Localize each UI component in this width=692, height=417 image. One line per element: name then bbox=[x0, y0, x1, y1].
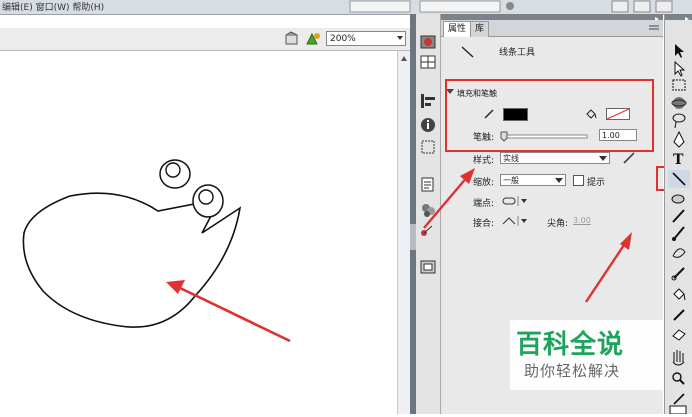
stage-drawing bbox=[22, 159, 291, 343]
eyedropper-tool-icon bbox=[673, 309, 685, 321]
svg-text:T: T bbox=[673, 152, 684, 168]
stroke-width-field[interactable]: 1.00 bbox=[599, 129, 637, 141]
subselection-tool-icon bbox=[674, 60, 686, 77]
info-icon bbox=[421, 118, 435, 132]
stroke-label: 笔触: bbox=[473, 133, 495, 143]
zoom-select[interactable]: 200% bbox=[326, 31, 406, 46]
lasso-tool-icon bbox=[672, 113, 686, 129]
3d-rotation-tool-icon bbox=[671, 97, 687, 109]
stroke-slider[interactable] bbox=[499, 130, 589, 142]
style-select[interactable]: 实线 bbox=[500, 152, 610, 164]
chevron-down-icon bbox=[397, 36, 403, 40]
scale-label: 缩放: bbox=[473, 178, 495, 188]
watermark-title: 百科全说 bbox=[516, 330, 625, 360]
text-tool-icon: T bbox=[673, 152, 684, 168]
selection-tool-icon bbox=[675, 44, 684, 58]
tab-library[interactable]: 库 bbox=[470, 21, 490, 37]
zoom-tool-icon bbox=[672, 372, 685, 385]
hint-checkbox[interactable] bbox=[573, 175, 584, 186]
deco-tool-icon bbox=[672, 248, 686, 258]
mouse-drawing-ear-1 bbox=[159, 159, 191, 189]
join-select[interactable] bbox=[501, 215, 531, 227]
panel-tabs: 属性 库 bbox=[441, 20, 663, 37]
watermark: 百科全说 助你轻松解决 bbox=[510, 320, 664, 390]
components-icon bbox=[422, 204, 435, 217]
pencil-tool-icon bbox=[672, 209, 685, 223]
watermark-subtitle: 助你轻松解决 bbox=[524, 362, 621, 380]
annotation-arrow-shaft bbox=[177, 285, 291, 343]
align-icon bbox=[421, 94, 435, 108]
tab-properties[interactable]: 属性 bbox=[443, 21, 472, 37]
join-label: 接合: bbox=[473, 219, 495, 229]
expand-triangle-icon[interactable] bbox=[446, 89, 454, 95]
motion-presets-icon bbox=[421, 225, 433, 236]
color-panel-icon bbox=[420, 35, 436, 49]
hint-label: 提示 bbox=[587, 178, 606, 188]
top-menu-bar: 编辑(E) 窗口(W) 帮助(H) bbox=[0, 0, 692, 15]
scale-value: 一般 bbox=[503, 176, 519, 185]
chevron-down-icon bbox=[599, 156, 607, 161]
swatches-icon bbox=[420, 55, 436, 69]
cap-label: 端点: bbox=[473, 199, 495, 209]
zoom-value: 200% bbox=[330, 34, 356, 44]
panel-menu-icon[interactable] bbox=[647, 23, 661, 33]
movie-explorer-icon bbox=[420, 260, 436, 274]
line-tool-icon bbox=[461, 46, 474, 58]
stroke-color-swatch[interactable] bbox=[503, 108, 528, 121]
stage-canvas[interactable] bbox=[0, 51, 397, 414]
oval-tool-icon bbox=[671, 194, 685, 204]
bone-tool-icon bbox=[671, 267, 685, 281]
stroke-color-tool-icon bbox=[673, 393, 685, 405]
style-label: 样式: bbox=[473, 156, 495, 166]
stage-vertical-scrollbar[interactable] bbox=[397, 51, 410, 414]
annotation-arrow-head bbox=[166, 280, 185, 294]
tools-panel: T bbox=[664, 14, 692, 414]
free-transform-tool-icon bbox=[672, 79, 686, 91]
fill-bucket-icon bbox=[586, 109, 597, 119]
fill-color-swatch[interactable] bbox=[606, 108, 630, 120]
edit-scene-icon[interactable] bbox=[284, 31, 300, 47]
scale-select[interactable]: 一般 bbox=[500, 174, 566, 186]
section-title: 填充和笔触 bbox=[457, 89, 497, 98]
menu-partial[interactable]: 编辑(E) 窗口(W) 帮助(H) bbox=[2, 0, 104, 13]
paint-bucket-tool-icon bbox=[673, 288, 686, 301]
pen-tool-icon bbox=[673, 130, 685, 148]
edit-stroke-style-icon[interactable] bbox=[622, 151, 636, 165]
edit-symbol-icon[interactable] bbox=[304, 31, 322, 47]
history-icon bbox=[421, 177, 434, 192]
hand-tool-icon bbox=[672, 350, 685, 366]
miter-value[interactable]: 3.00 bbox=[573, 216, 591, 225]
style-value: 实线 bbox=[503, 154, 519, 163]
eraser-tool-icon bbox=[672, 329, 686, 341]
stroke-pencil-icon bbox=[484, 109, 494, 119]
line-tool-icon-selected bbox=[668, 170, 690, 188]
transform-icon bbox=[421, 140, 435, 154]
side-panel-icons bbox=[416, 14, 441, 414]
stroke-color-chip bbox=[669, 405, 687, 414]
top-controls bbox=[349, 0, 673, 13]
miter-label: 尖角: bbox=[547, 219, 569, 229]
cap-select[interactable] bbox=[501, 195, 531, 207]
tool-name: 线条工具 bbox=[499, 48, 536, 58]
chevron-down-icon bbox=[555, 178, 563, 183]
brush-tool-icon bbox=[672, 226, 685, 241]
